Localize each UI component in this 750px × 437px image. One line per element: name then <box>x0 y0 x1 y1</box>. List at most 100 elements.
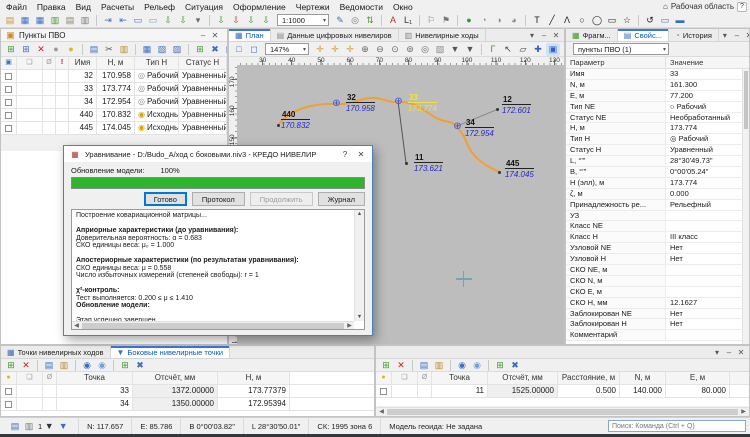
layers-icon[interactable]: ▥ <box>22 420 36 433</box>
find-icon[interactable]: ◉ <box>80 359 94 372</box>
param-value[interactable]: 173.774 <box>666 123 749 133</box>
point-marker-12[interactable] <box>496 108 499 111</box>
save-icon[interactable]: ▦ <box>18 14 32 27</box>
type-cell[interactable]: ◎Рабочий <box>135 83 179 96</box>
param-value[interactable] <box>666 330 749 340</box>
bulb-icon[interactable]: ● <box>381 372 385 384</box>
point-marker-440[interactable] <box>277 124 280 127</box>
point-label-12[interactable]: 12 172.601 <box>502 95 531 115</box>
param-value[interactable] <box>666 221 749 231</box>
attachment-icon[interactable]: Ø <box>422 372 427 384</box>
attachment-icon[interactable]: Ø <box>46 57 51 69</box>
add-row-icon[interactable]: ⊞ <box>379 359 393 372</box>
add-row-icon[interactable]: ⊞ <box>4 359 18 372</box>
status-cell[interactable]: Уравненный <box>179 109 227 122</box>
bulb-icon[interactable]: ● <box>6 372 10 384</box>
param-value[interactable]: 0°00'05.24" <box>666 167 749 177</box>
param-row[interactable]: N, м161.300 <box>566 80 749 91</box>
vertical-scrollbar[interactable]: ▲ ▼ <box>354 210 364 321</box>
menu-item[interactable]: Расчеты <box>101 2 134 12</box>
param-row[interactable]: СКО Н, мм12.1627 <box>566 298 749 309</box>
column-header-point[interactable]: Точка <box>57 372 133 385</box>
param-value[interactable] <box>666 276 749 286</box>
horizontal-scrollbar[interactable]: ◀ ▶ <box>72 321 354 329</box>
more-import-icon[interactable]: ▾ <box>191 14 205 27</box>
scroll-left-icon[interactable]: ◀ <box>377 408 386 416</box>
scro11-right-icon[interactable]: ▶ <box>739 408 748 416</box>
param-row[interactable]: L, °'"28°30'49.73" <box>566 156 749 167</box>
param-value[interactable]: 161.300 <box>666 80 749 90</box>
scroll-left-icon[interactable]: ◀ <box>72 322 81 330</box>
tab-run-points[interactable]: ▦ Точки нивелирных ходов <box>1 346 111 358</box>
close-icon[interactable]: ✕ <box>743 29 750 42</box>
point-marker-11[interactable] <box>405 162 408 165</box>
reading-cell[interactable]: 1350.00000 <box>133 398 218 411</box>
comment-icon[interactable]: ❑ <box>26 372 32 384</box>
column-header-h[interactable]: Н, м <box>730 372 750 385</box>
column-header-h[interactable]: Н, м <box>218 372 290 385</box>
ellipse-tool-icon[interactable]: ○ <box>575 14 589 27</box>
tab-digital-levels-data[interactable]: ▤ Данные цифровых нивелиров <box>271 29 399 41</box>
flag-filled-icon[interactable]: ⚑ <box>439 14 453 27</box>
paste-fragment-icon[interactable]: ▭ <box>131 14 145 27</box>
tab-plan[interactable]: ▦ План <box>229 29 271 41</box>
command-search-input[interactable] <box>608 420 746 432</box>
row-checkbox[interactable] <box>5 388 12 395</box>
status-threequarter-icon[interactable]: ◕ <box>507 14 521 27</box>
column-header-h[interactable]: Н, м <box>97 57 135 70</box>
bulb-on-icon[interactable]: ● <box>64 43 78 56</box>
param-row[interactable]: Узловой NEНет <box>566 243 749 254</box>
select-rows-icon[interactable]: ▣ <box>5 57 12 69</box>
filter-select-icon[interactable]: ▼ <box>448 43 462 56</box>
delete-row-icon[interactable]: ✕ <box>34 43 48 56</box>
collapse-icon[interactable]: ▾ <box>719 29 731 42</box>
copy-icon[interactable]: ▤ <box>87 43 101 56</box>
point-marker-445[interactable] <box>498 171 501 174</box>
column-header-e[interactable]: E, м <box>666 372 730 385</box>
status-cell[interactable]: Уравненный <box>179 122 227 135</box>
point-label-11[interactable]: 11 173.621 <box>414 153 443 173</box>
menu-item[interactable]: Чертежи <box>296 2 330 12</box>
type-cell[interactable]: ◎Рабочий <box>135 96 179 109</box>
tab-properties[interactable]: ▤ Свойс... <box>618 29 669 41</box>
new-document-icon[interactable]: ▤ <box>3 14 17 27</box>
import-measurements-icon[interactable]: ⇥ <box>101 14 115 27</box>
flag-outline-icon[interactable]: ⚐ <box>424 14 438 27</box>
scroll-right-icon[interactable]: ▶ <box>345 322 354 330</box>
param-row[interactable]: Н, м173.774 <box>566 123 749 134</box>
cut-icon[interactable]: ✂ <box>102 43 116 56</box>
param-row[interactable]: Комментарий <box>566 330 749 341</box>
scroll-down-icon[interactable]: ▼ <box>357 313 362 321</box>
n-cell[interactable]: 140.000 <box>620 385 666 398</box>
param-row[interactable]: B, °'"0°00'05.24" <box>566 167 749 178</box>
close-icon[interactable]: ✕ <box>550 29 562 42</box>
minimize-icon[interactable]: – <box>538 29 550 42</box>
column-header-reading[interactable]: Отсчёт, мм <box>488 372 558 385</box>
point-name-cell[interactable]: 33 <box>69 83 97 96</box>
column-header-n[interactable]: N, м <box>620 372 666 385</box>
column-header-distance[interactable]: Расстояние, м <box>558 372 620 385</box>
column-header-point[interactable]: Точка <box>432 372 488 385</box>
table-customize-icon[interactable]: ✖ <box>208 43 222 56</box>
param-row[interactable]: СКО E, м <box>566 287 749 298</box>
image-tool-icon[interactable]: ▭ <box>658 14 672 27</box>
pan-view-icon[interactable]: □ <box>232 43 246 56</box>
param-value[interactable]: Нет <box>666 243 749 253</box>
height-cell[interactable]: 170.958 <box>97 70 135 83</box>
zoom-select[interactable]: 147% ▾ <box>265 43 309 55</box>
param-row[interactable]: Заблокирован ННет <box>566 319 749 330</box>
point-name-cell[interactable]: 34 <box>69 96 97 109</box>
param-row[interactable]: Принадлежность ре...Рельефный <box>566 200 749 211</box>
import-xml-icon[interactable]: ⇩ <box>161 14 175 27</box>
param-value[interactable]: 33 <box>666 69 749 79</box>
menu-item[interactable]: Вид <box>76 2 91 12</box>
pan-hand-minus-icon[interactable]: ✛ <box>343 43 357 56</box>
point-cell[interactable]: 11 <box>432 385 488 398</box>
height-cell[interactable]: 174.045 <box>97 122 135 135</box>
filled-image-tool-icon[interactable]: ▬ <box>673 14 687 27</box>
bulb-off-icon[interactable]: ● <box>49 43 63 56</box>
param-row[interactable]: Узловой ННет <box>566 254 749 265</box>
menu-item[interactable]: Ситуация <box>185 2 223 12</box>
table-customize-icon[interactable]: ✖ <box>508 359 522 372</box>
export-dxf-icon[interactable]: ⇩ <box>229 14 243 27</box>
